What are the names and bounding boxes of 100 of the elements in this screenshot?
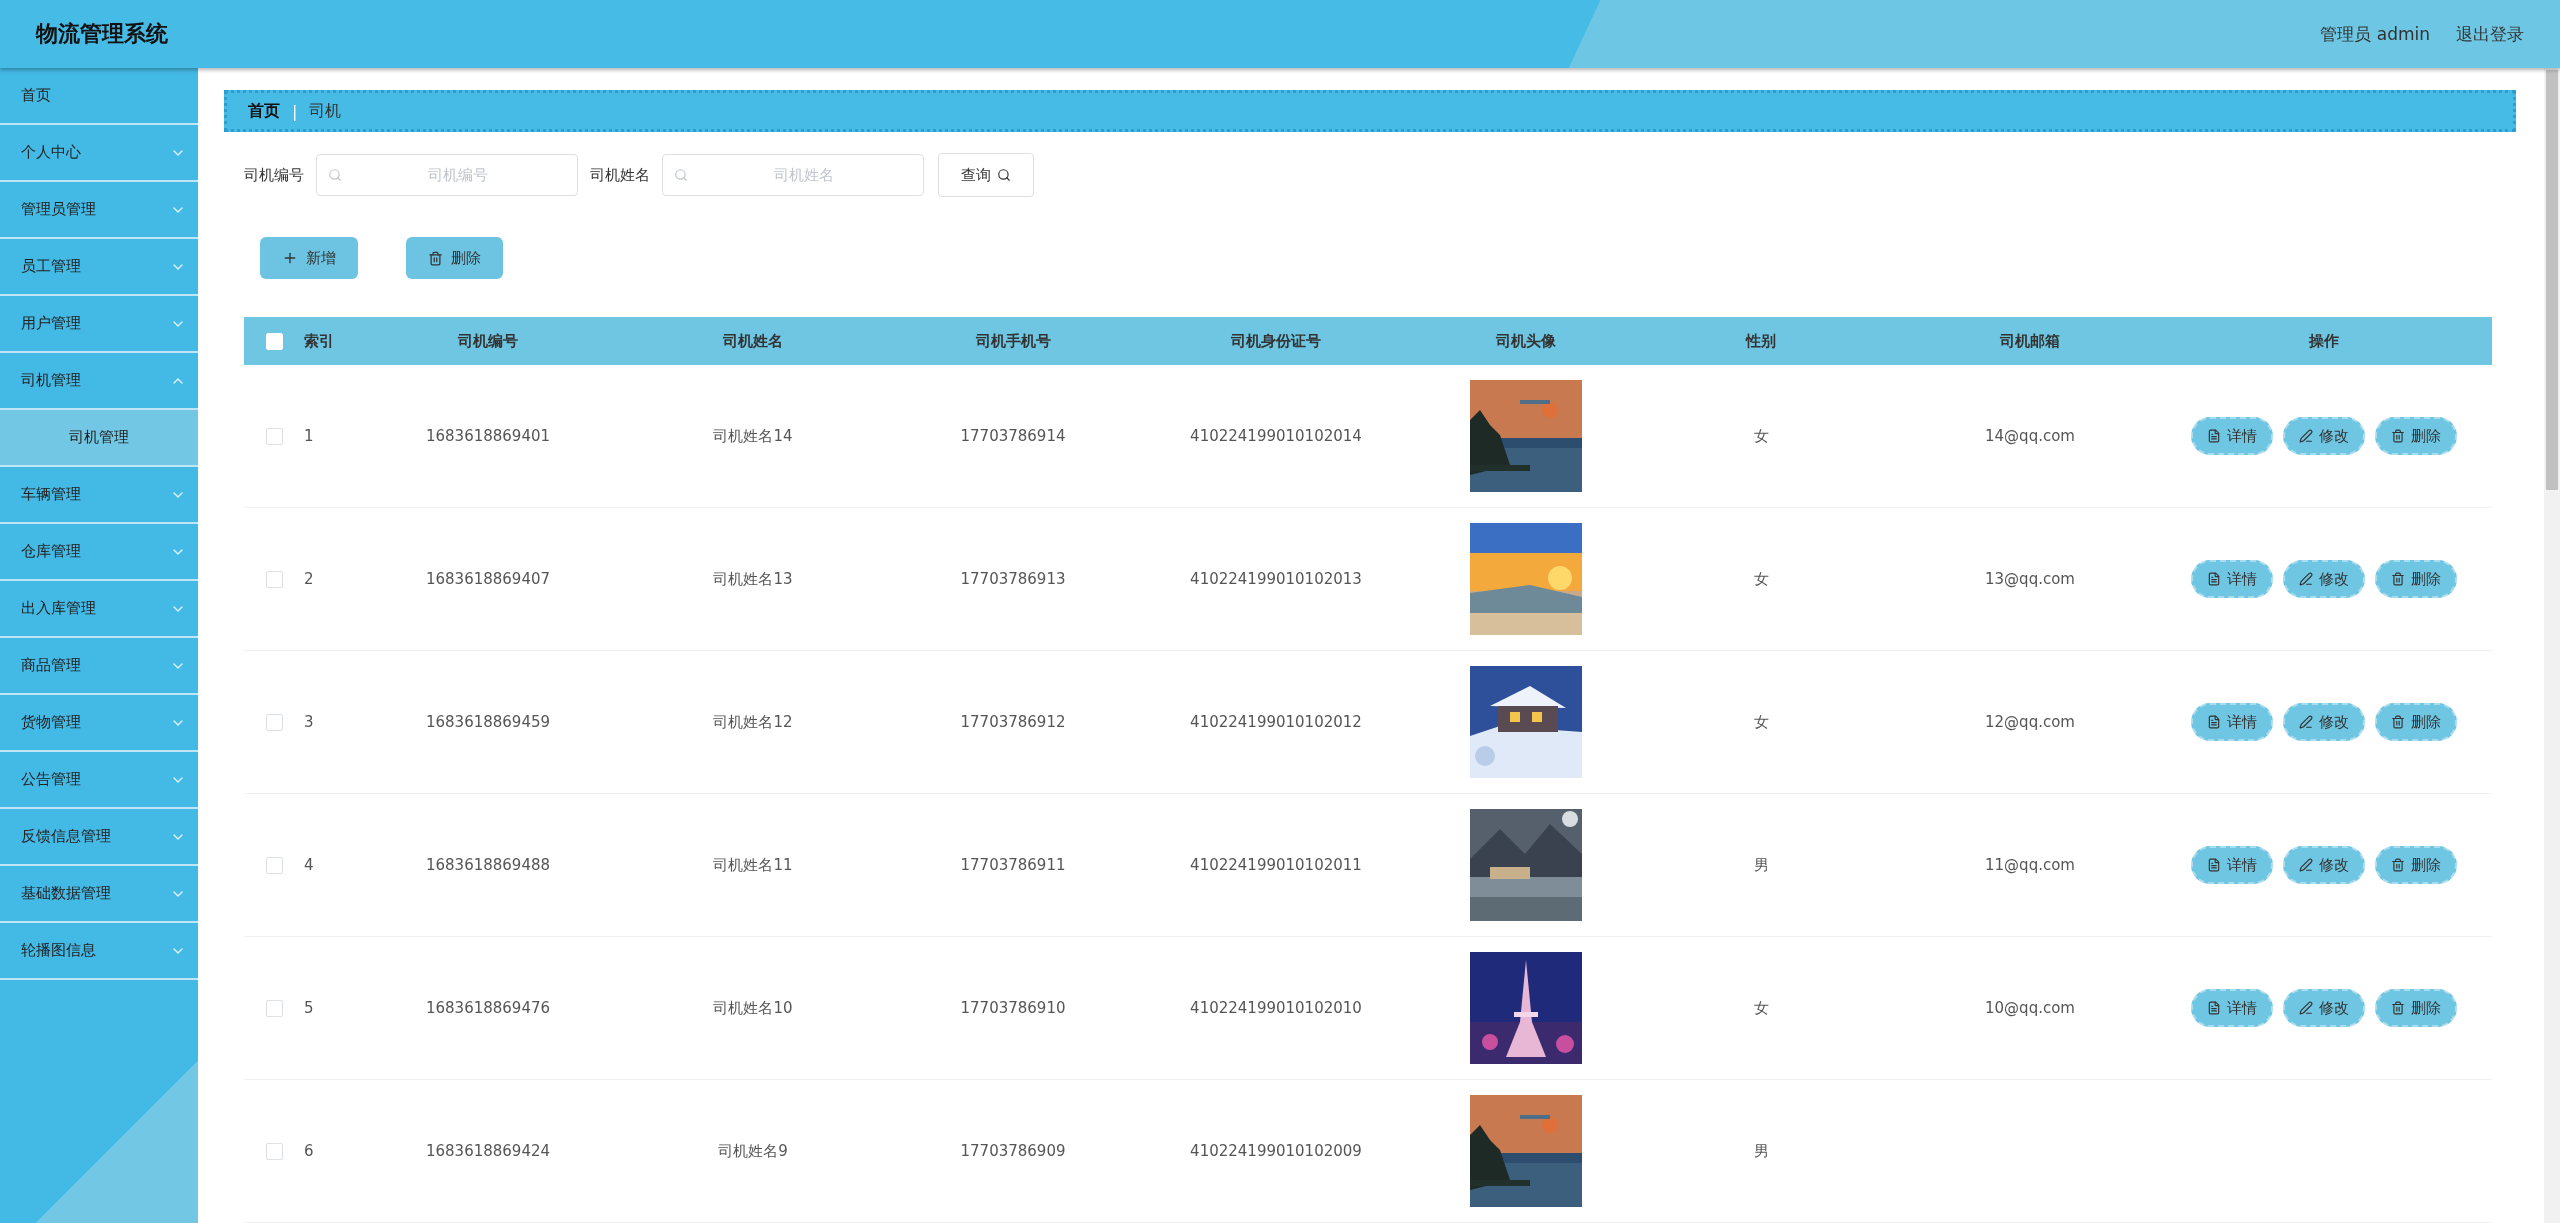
query-button[interactable]: 查询 xyxy=(938,153,1034,197)
sidebar-item[interactable]: 轮播图信息 xyxy=(0,923,198,980)
table-cell-text: 17703786913 xyxy=(959,570,1067,588)
search-icon xyxy=(328,168,342,182)
column-header: 司机编号 xyxy=(457,331,519,351)
sidebar-item[interactable]: 用户管理 xyxy=(0,296,198,353)
pencil-icon xyxy=(2299,1001,2313,1015)
table-cell-text: 1683618869401 xyxy=(424,427,552,445)
edit-button[interactable]: 修改 xyxy=(2283,846,2365,884)
table-cell-text: 17703786914 xyxy=(959,427,1067,445)
sidebar-item[interactable]: 管理员管理 xyxy=(0,182,198,239)
edit-button[interactable]: 修改 xyxy=(2283,989,2365,1027)
sidebar-item[interactable]: 车辆管理 xyxy=(0,467,198,524)
pencil-icon xyxy=(2299,858,2313,872)
table-cell-text: 12@qq.com xyxy=(1984,713,2076,731)
scrollbar[interactable] xyxy=(2544,68,2560,1223)
sidebar-item[interactable]: 员工管理 xyxy=(0,239,198,296)
table-cell-text: 男 xyxy=(1752,855,1770,875)
field-label: 司机姓名 xyxy=(590,165,650,185)
table-cell-text: 4 xyxy=(304,856,315,874)
table-cell-text: 2 xyxy=(304,570,315,588)
table-cell-text: 1683618869424 xyxy=(424,1142,552,1160)
search-field[interactable]: 司机姓名 xyxy=(662,154,924,196)
table-cell-text: 司机姓名12 xyxy=(712,712,794,732)
details-button[interactable]: 详情 xyxy=(2191,417,2273,455)
document-icon xyxy=(2207,858,2221,872)
table-cell-text: 1683618869476 xyxy=(424,999,552,1017)
sidebar-item[interactable]: 仓库管理 xyxy=(0,524,198,581)
column-header: 司机姓名 xyxy=(722,331,784,351)
sidebar-item[interactable]: 基础数据管理 xyxy=(0,866,198,923)
table-cell-text: 5 xyxy=(304,999,315,1017)
add-button[interactable]: 新增 xyxy=(260,237,358,279)
sidebar-item[interactable]: 出入库管理 xyxy=(0,581,198,638)
table-cell-text: 女 xyxy=(1752,998,1770,1018)
document-icon xyxy=(2207,572,2221,586)
submenu-item[interactable]: 司机管理 xyxy=(0,410,198,467)
row-checkbox[interactable] xyxy=(265,713,283,731)
search-field[interactable]: 司机编号 xyxy=(316,154,578,196)
table-cell-text: 14@qq.com xyxy=(1984,427,2076,445)
table-cell-text: 410224199010102014 xyxy=(1189,427,1363,445)
select-all-checkbox[interactable] xyxy=(265,332,283,350)
details-button[interactable]: 详情 xyxy=(2191,703,2273,741)
table-cell-text: 司机姓名11 xyxy=(712,855,794,875)
sidebar-item[interactable]: 货物管理 xyxy=(0,695,198,752)
delete-button[interactable]: 删除 xyxy=(2375,560,2457,598)
table-cell-text: 女 xyxy=(1752,712,1770,732)
app-title: 物流管理系统 xyxy=(36,20,168,48)
table-cell-text: 410224199010102011 xyxy=(1189,856,1363,874)
user-label: 管理员 admin xyxy=(2320,22,2430,46)
table-cell-text: 司机姓名10 xyxy=(712,998,794,1018)
edit-button[interactable]: 修改 xyxy=(2283,560,2365,598)
trash-icon xyxy=(2391,715,2405,729)
delete-button[interactable]: 删除 xyxy=(2375,989,2457,1027)
sidebar-item[interactable]: 反馈信息管理 xyxy=(0,809,198,866)
details-button[interactable]: 详情 xyxy=(2191,846,2273,884)
row-checkbox[interactable] xyxy=(265,427,283,445)
column-header: 司机身份证号 xyxy=(1230,331,1322,351)
column-header: 司机邮箱 xyxy=(1999,331,2061,351)
field-label: 司机编号 xyxy=(244,165,304,185)
table-cell-text: 1683618869488 xyxy=(424,856,552,874)
delete-button[interactable]: 删除 xyxy=(2375,846,2457,884)
sidebar-item[interactable]: 商品管理 xyxy=(0,638,198,695)
breadcrumb-separator: | xyxy=(292,101,298,121)
trash-icon xyxy=(2391,572,2405,586)
details-button[interactable]: 详情 xyxy=(2191,989,2273,1027)
table-cell-text: 410224199010102009 xyxy=(1189,1142,1363,1160)
column-header: 性别 xyxy=(1744,331,1777,351)
table-cell-text: 司机姓名13 xyxy=(712,569,794,589)
table-cell-text: 410224199010102013 xyxy=(1189,570,1363,588)
row-checkbox[interactable] xyxy=(265,1142,283,1160)
sidebar-item[interactable]: 公告管理 xyxy=(0,752,198,809)
delete-button[interactable]: 删除 xyxy=(2375,417,2457,455)
table-cell-text: 1683618869407 xyxy=(424,570,552,588)
trash-icon xyxy=(2391,858,2405,872)
sidebar-item[interactable]: 个人中心 xyxy=(0,125,198,182)
table-cell-text: 410224199010102010 xyxy=(1189,999,1363,1017)
table-cell-text: 11@qq.com xyxy=(1984,856,2076,874)
table-cell-text: 1683618869459 xyxy=(424,713,552,731)
logout-link[interactable]: 退出登录 xyxy=(2456,22,2524,46)
edit-button[interactable]: 修改 xyxy=(2283,703,2365,741)
table-cell-text: 410224199010102012 xyxy=(1189,713,1363,731)
table-cell-text: 男 xyxy=(1752,1141,1770,1161)
search-icon xyxy=(997,168,1011,182)
table-cell-text: 女 xyxy=(1752,426,1770,446)
row-checkbox[interactable] xyxy=(265,999,283,1017)
sidebar-item[interactable]: 首页 xyxy=(0,68,198,125)
table-cell-text: 司机姓名14 xyxy=(712,426,794,446)
table-cell-text: 女 xyxy=(1752,569,1770,589)
delete-button[interactable]: 删除 xyxy=(406,237,503,279)
row-checkbox[interactable] xyxy=(265,570,283,588)
column-header: 司机手机号 xyxy=(974,331,1052,351)
details-button[interactable]: 详情 xyxy=(2191,560,2273,598)
row-checkbox[interactable] xyxy=(265,856,283,874)
column-header: 司机头像 xyxy=(1495,331,1557,351)
delete-button[interactable]: 删除 xyxy=(2375,703,2457,741)
edit-button[interactable]: 修改 xyxy=(2283,417,2365,455)
table-cell-text: 13@qq.com xyxy=(1984,570,2076,588)
plus-icon xyxy=(282,250,298,266)
search-icon xyxy=(674,168,688,182)
breadcrumb-link[interactable]: 首页 xyxy=(248,100,280,122)
